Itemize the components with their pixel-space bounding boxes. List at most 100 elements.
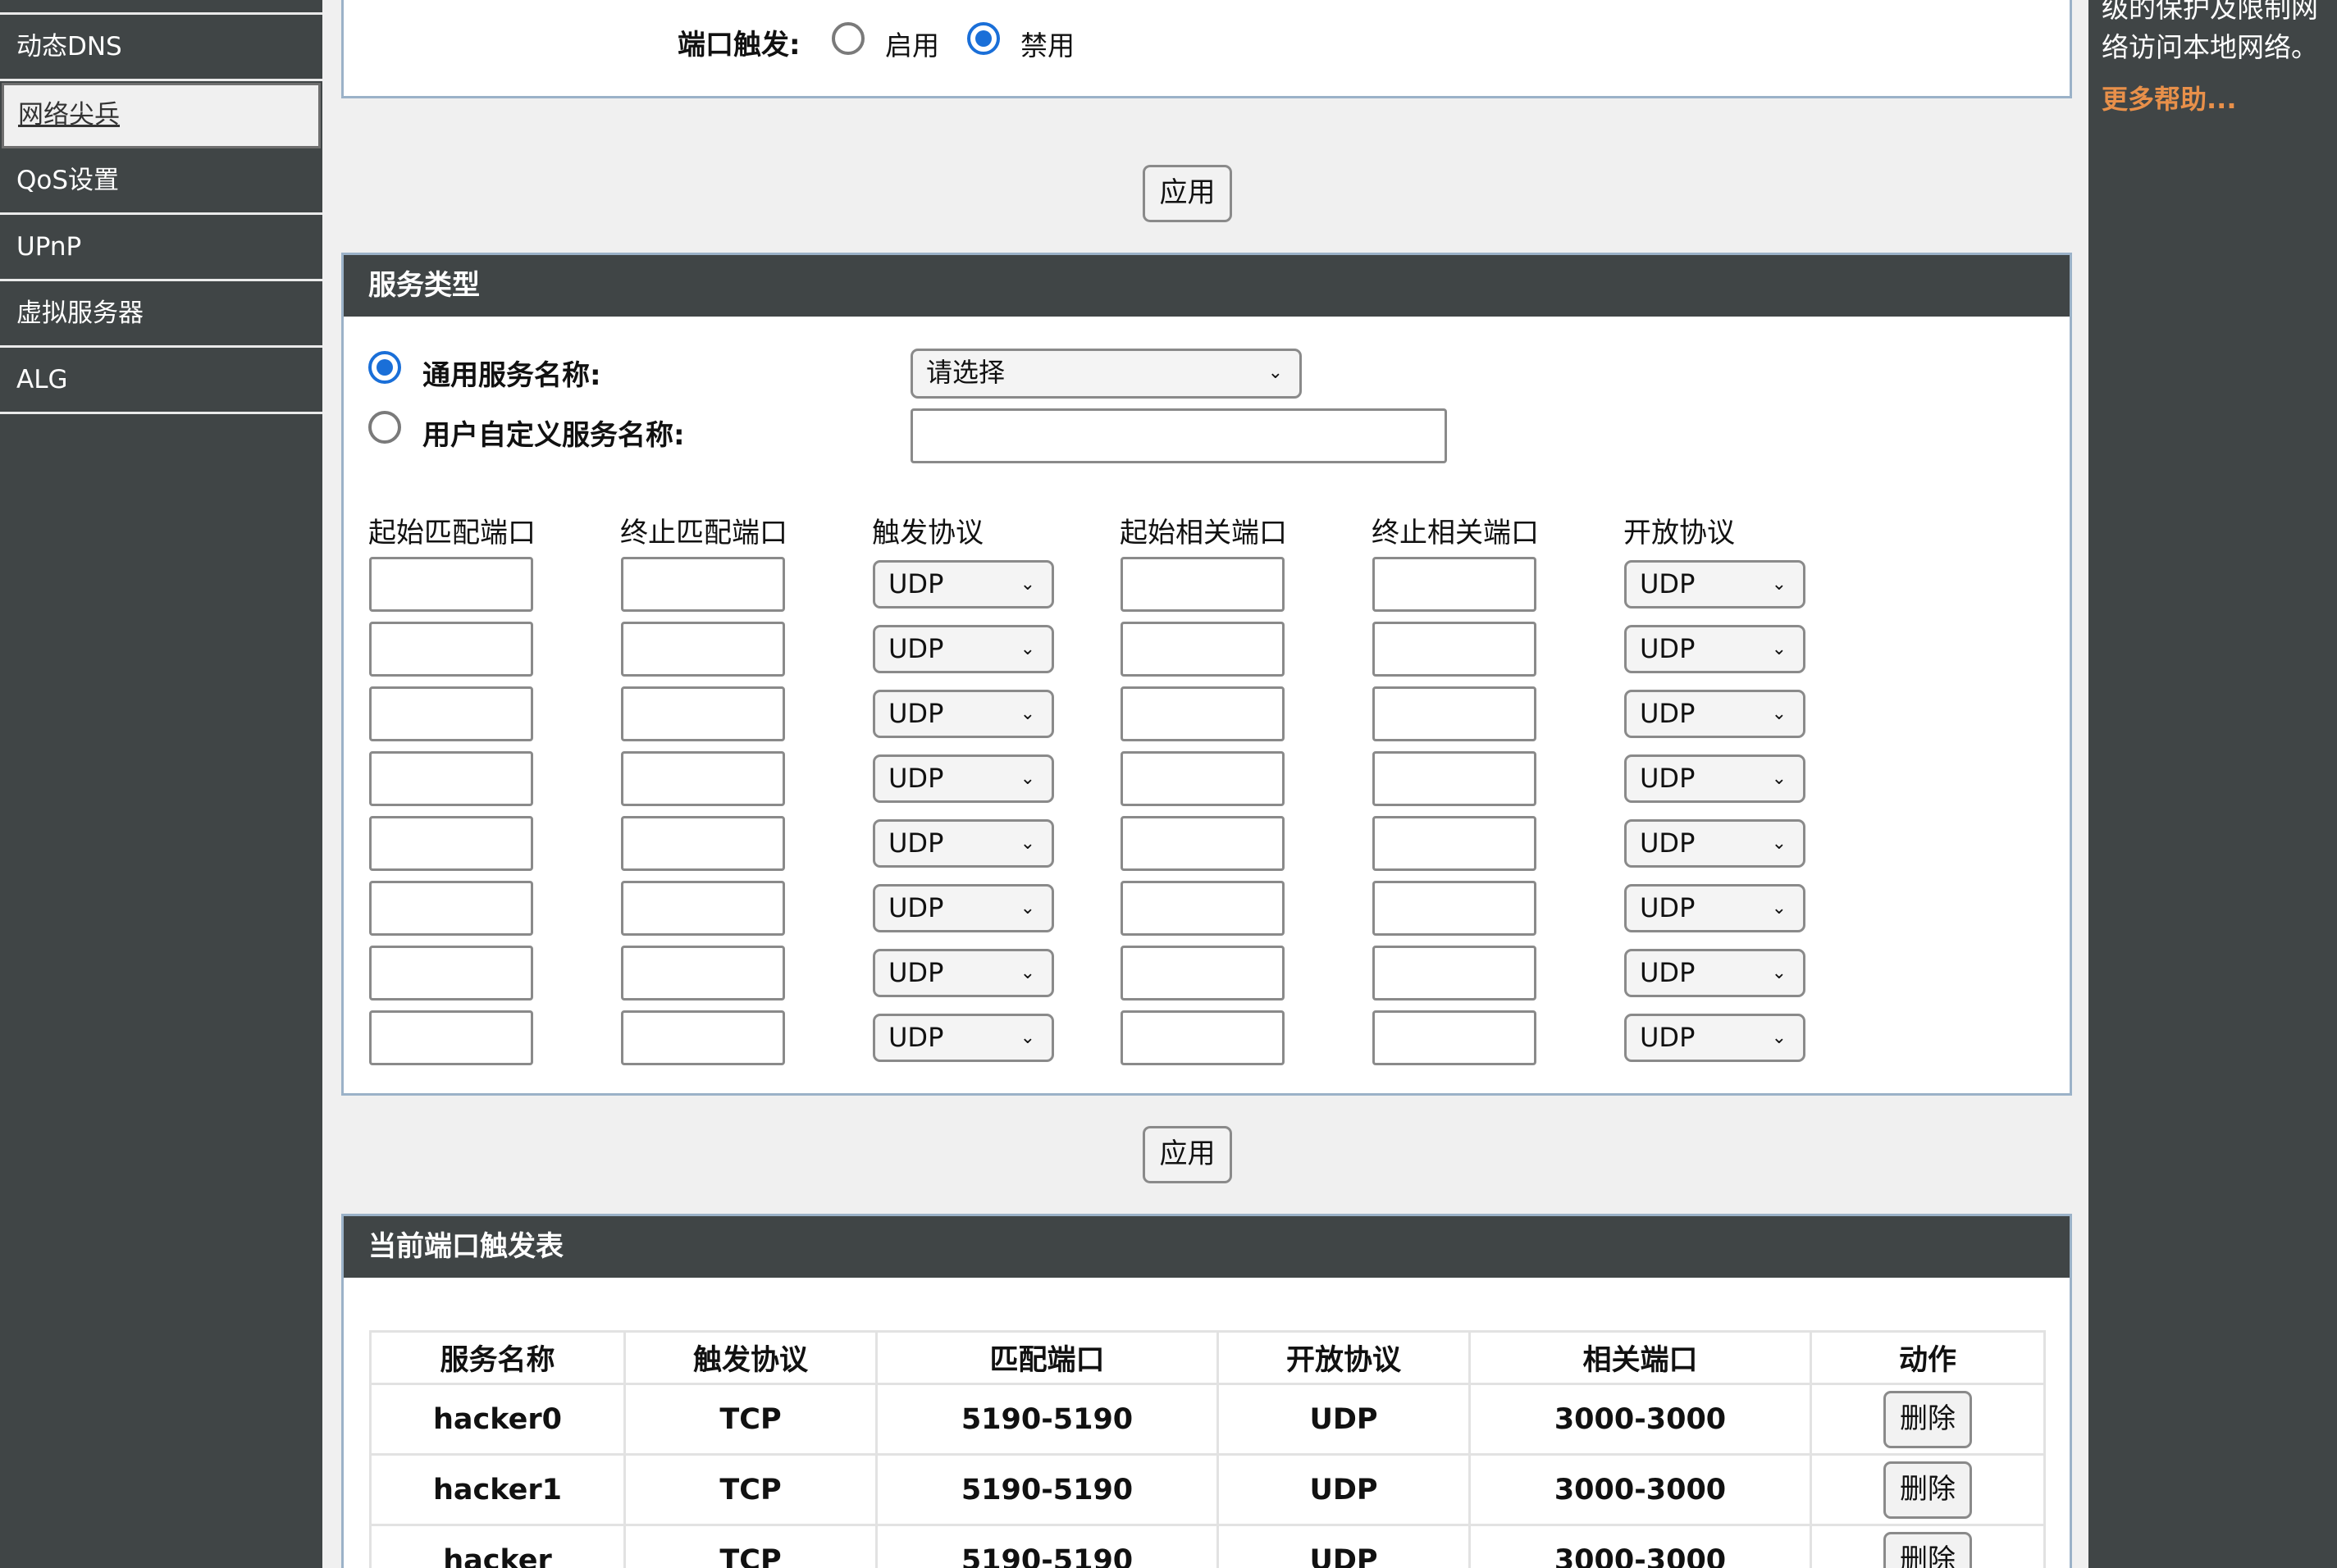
end-match-port-input[interactable]	[621, 751, 785, 806]
start-match-port-input[interactable]	[369, 881, 533, 936]
start-related-port-input[interactable]	[1121, 816, 1285, 871]
chevron-down-icon: ⌄	[1267, 362, 1283, 383]
start-match-port-input[interactable]	[369, 1010, 533, 1065]
col-end-match-port: 终止匹配端口	[620, 517, 787, 549]
trigger-protocol-select[interactable]: UDP ⌄	[873, 625, 1054, 673]
end-match-port-input[interactable]	[621, 946, 785, 1001]
trigger-protocol-select[interactable]: UDP ⌄	[873, 819, 1054, 868]
sidebar-item-network-sentry[interactable]: 网络尖兵	[2, 83, 321, 148]
more-help-link[interactable]: 更多帮助...	[2102, 79, 2236, 116]
open-protocol-select[interactable]: UDP ⌄	[1624, 560, 1805, 609]
sidebar-item-qos[interactable]: QoS设置	[0, 148, 322, 215]
end-match-port-input[interactable]	[621, 881, 785, 936]
end-match-port-input[interactable]	[621, 557, 785, 612]
open-protocol-value: UDP	[1640, 633, 1696, 664]
chevron-down-icon: ⌄	[1771, 898, 1787, 918]
custom-service-label: 用户自定义服务名称:	[422, 419, 685, 452]
sidebar-item-upnp[interactable]: UPnP	[0, 215, 322, 281]
start-match-port-input[interactable]	[369, 751, 533, 806]
chevron-down-icon: ⌄	[1771, 639, 1787, 659]
trigger-protocol-select[interactable]: UDP ⌄	[873, 754, 1054, 803]
end-related-port-input[interactable]	[1372, 1010, 1536, 1065]
common-service-radio[interactable]	[368, 351, 401, 384]
end-related-port-input[interactable]	[1372, 946, 1536, 1001]
trigger-protocol-select[interactable]: UDP ⌄	[873, 1014, 1054, 1062]
start-related-port-input[interactable]	[1121, 881, 1285, 936]
apply-button-top[interactable]: 应用	[1143, 165, 1232, 222]
chevron-down-icon: ⌄	[1020, 963, 1035, 983]
end-match-port-input[interactable]	[621, 622, 785, 677]
chevron-down-icon: ⌄	[1020, 833, 1035, 854]
open-protocol-select[interactable]: UDP ⌄	[1624, 690, 1805, 738]
chevron-down-icon: ⌄	[1771, 574, 1787, 595]
col-trigger-protocol: 触发协议	[872, 517, 984, 549]
end-related-port-input[interactable]	[1372, 816, 1536, 871]
cell-match-port: 5190-5190	[875, 1453, 1219, 1526]
open-protocol-select[interactable]: UDP ⌄	[1624, 754, 1805, 803]
trigger-protocol-select[interactable]: UDP ⌄	[873, 690, 1054, 738]
help-panel: 级的保护及限制网络访问本地网络。 更多帮助...	[2088, 0, 2337, 1568]
sidebar-item-virtual-server[interactable]: 虚拟服务器	[0, 281, 322, 348]
apply-button-bottom[interactable]: 应用	[1143, 1126, 1232, 1183]
th-related-port: 相关端口	[1468, 1330, 1812, 1385]
delete-button[interactable]: 删除	[1883, 1531, 1972, 1568]
start-related-port-input[interactable]	[1121, 686, 1285, 741]
end-related-port-input[interactable]	[1372, 557, 1536, 612]
port-trigger-disable-radio[interactable]	[967, 22, 1000, 55]
common-service-select[interactable]: 请选择 ⌄	[911, 349, 1302, 399]
open-protocol-select[interactable]: UDP ⌄	[1624, 949, 1805, 997]
end-related-port-input[interactable]	[1372, 686, 1536, 741]
help-text: 级的保护及限制网络访问本地网络。	[2102, 0, 2318, 63]
sidebar-top-divider	[0, 0, 322, 15]
sidebar-item-ddns[interactable]: 动态DNS	[0, 15, 322, 81]
start-related-port-input[interactable]	[1121, 751, 1285, 806]
start-match-port-input[interactable]	[369, 816, 533, 871]
chevron-down-icon: ⌄	[1771, 704, 1787, 724]
end-match-port-input[interactable]	[621, 816, 785, 871]
start-match-port-input[interactable]	[369, 557, 533, 612]
end-match-port-input[interactable]	[621, 686, 785, 741]
chevron-down-icon: ⌄	[1771, 963, 1787, 983]
th-open-protocol: 开放协议	[1216, 1330, 1471, 1385]
end-match-port-input[interactable]	[621, 1010, 785, 1065]
port-trigger-label: 端口触发:	[678, 29, 801, 62]
start-match-port-input[interactable]	[369, 622, 533, 677]
end-related-port-input[interactable]	[1372, 622, 1536, 677]
trigger-protocol-value: UDP	[888, 957, 944, 988]
cell-trigger-protocol: TCP	[623, 1453, 878, 1526]
th-match-port: 匹配端口	[875, 1330, 1219, 1385]
end-related-port-input[interactable]	[1372, 751, 1536, 806]
cell-related-port: 3000-3000	[1468, 1453, 1812, 1526]
start-match-port-input[interactable]	[369, 946, 533, 1001]
trigger-protocol-select[interactable]: UDP ⌄	[873, 560, 1054, 609]
start-related-port-input[interactable]	[1121, 946, 1285, 1001]
start-related-port-input[interactable]	[1121, 1010, 1285, 1065]
open-protocol-select[interactable]: UDP ⌄	[1624, 625, 1805, 673]
start-related-port-input[interactable]	[1121, 622, 1285, 677]
table-row: hacker0 TCP 5190-5190 UDP 3000-3000 删除	[369, 1383, 2046, 1456]
sidebar-nav: 动态DNS 网络尖兵 QoS设置 UPnP 虚拟服务器 ALG	[0, 0, 322, 1568]
sidebar-item-alg[interactable]: ALG	[0, 348, 322, 414]
trigger-protocol-select[interactable]: UDP ⌄	[873, 884, 1054, 932]
table-row: hacker TCP 5190-5190 UDP 3000-3000 删除	[369, 1524, 2046, 1568]
chevron-down-icon: ⌄	[1020, 898, 1035, 918]
custom-service-radio[interactable]	[368, 411, 401, 444]
port-trigger-enable-radio[interactable]	[832, 22, 865, 55]
delete-button[interactable]: 删除	[1883, 1461, 1972, 1519]
trigger-protocol-value: UDP	[888, 698, 944, 729]
chevron-down-icon: ⌄	[1771, 768, 1787, 789]
start-match-port-input[interactable]	[369, 686, 533, 741]
end-related-port-input[interactable]	[1372, 881, 1536, 936]
open-protocol-select[interactable]: UDP ⌄	[1624, 819, 1805, 868]
delete-button[interactable]: 删除	[1883, 1390, 1972, 1448]
chevron-down-icon: ⌄	[1020, 1028, 1035, 1048]
cell-open-protocol: UDP	[1216, 1524, 1471, 1568]
open-protocol-select[interactable]: UDP ⌄	[1624, 884, 1805, 932]
custom-service-input[interactable]	[911, 408, 1447, 463]
open-protocol-select[interactable]: UDP ⌄	[1624, 1014, 1805, 1062]
cell-action: 删除	[1810, 1524, 2046, 1568]
start-related-port-input[interactable]	[1121, 557, 1285, 612]
port-trigger-enable-label: 启用	[885, 30, 939, 62]
cell-service-name: hacker1	[369, 1453, 626, 1526]
trigger-protocol-select[interactable]: UDP ⌄	[873, 949, 1054, 997]
